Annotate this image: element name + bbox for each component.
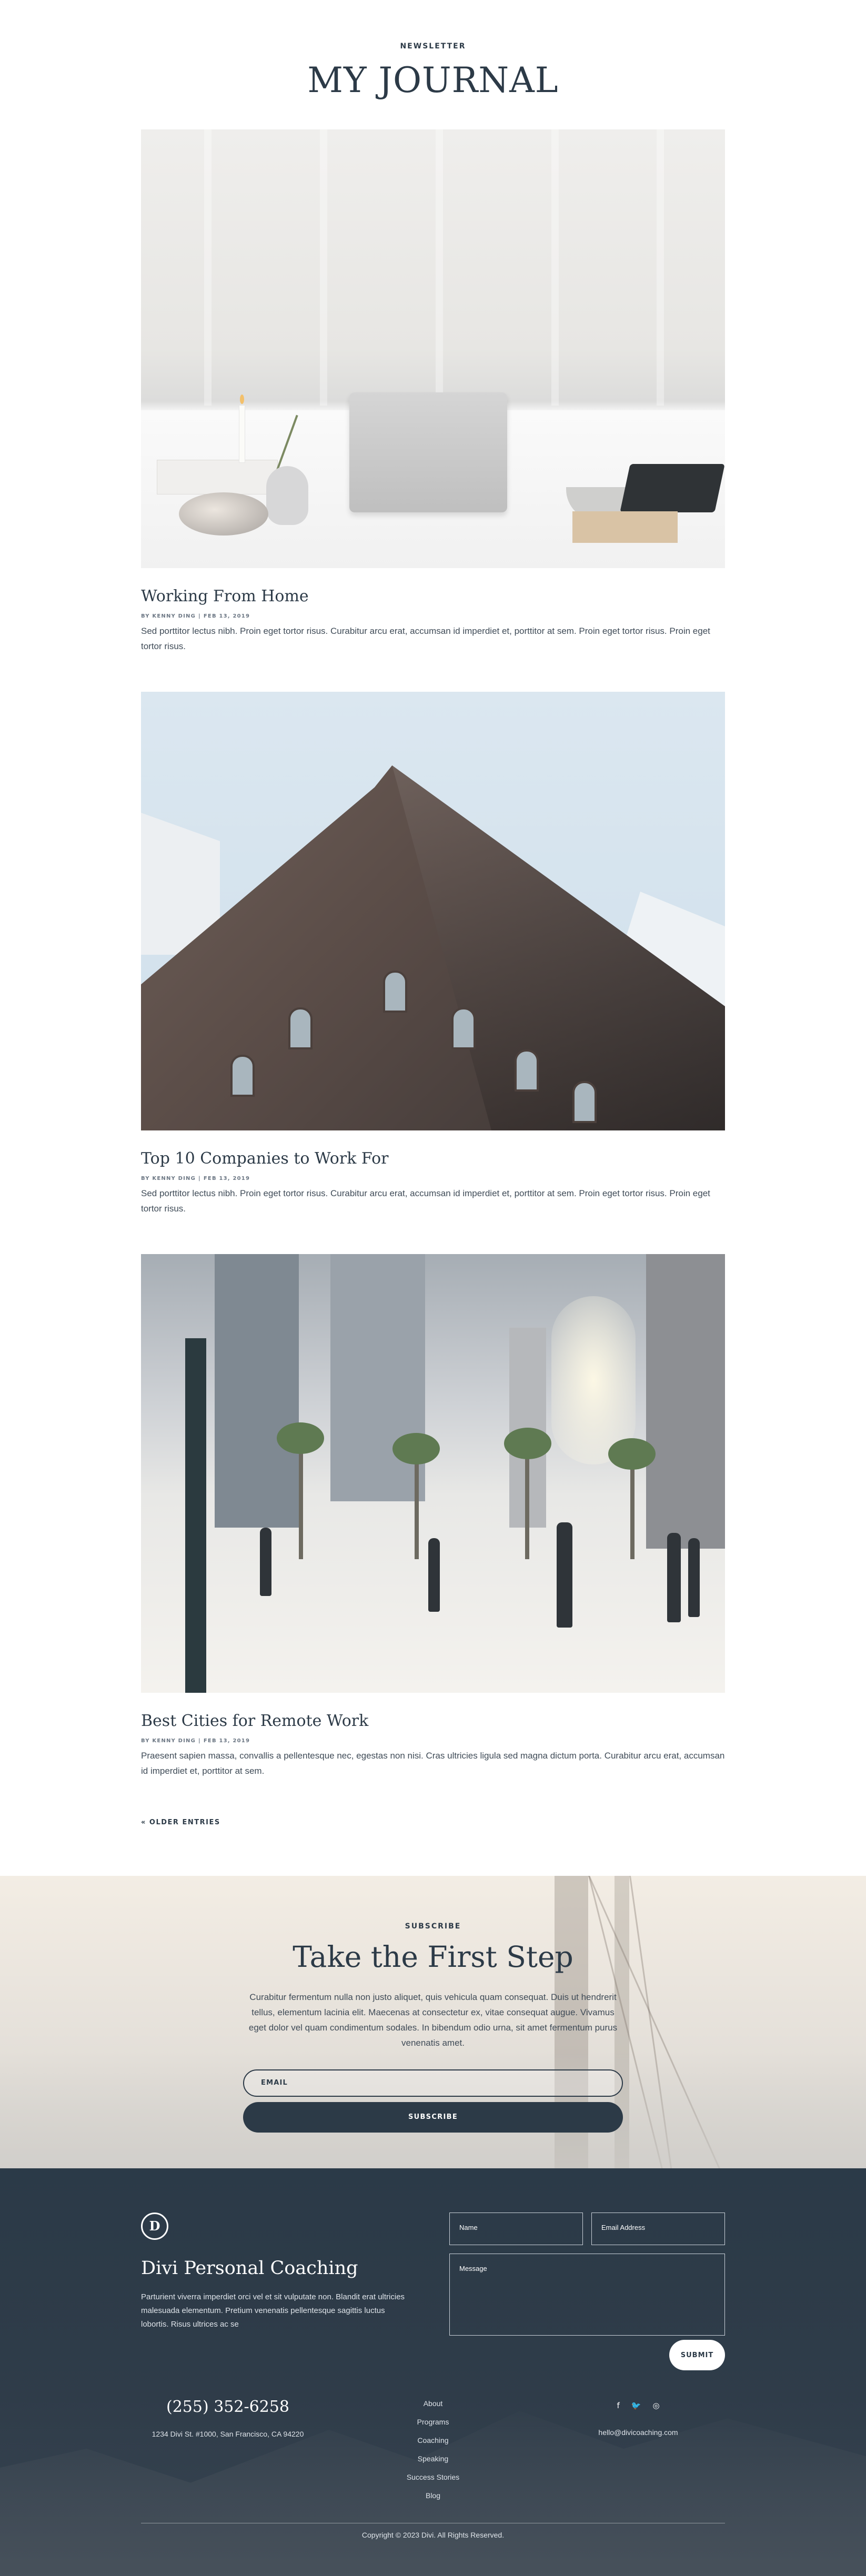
subscribe-title: Take the First Step <box>293 1940 573 1974</box>
subscribe-form: EMAIL SUBSCRIBE <box>243 2069 623 2133</box>
meta-separator: | <box>198 613 201 619</box>
brand-text: Parturient viverra imperdiet orci vel et… <box>141 2292 405 2329</box>
post-image-top-10-companies[interactable] <box>141 692 725 1130</box>
post-meta: BY KENNY DING | FEB 13, 2019 <box>141 1738 725 1744</box>
post-excerpt: Praesent sapien massa, convallis a pelle… <box>141 1751 725 1776</box>
submit-button[interactable]: SUBMIT <box>669 2340 725 2370</box>
email-address-field[interactable]: Email Address <box>591 2213 725 2245</box>
post-date: FEB 13, 2019 <box>203 1738 250 1744</box>
post-author[interactable]: BY KENNY DING <box>141 613 196 619</box>
instagram-icon[interactable]: ◎ <box>652 2401 659 2410</box>
address: 1234 Divi St. #1000, San Francisco, CA 9… <box>152 2430 304 2438</box>
contact-form: Name Email Address Message SUBMIT <box>449 2213 725 2370</box>
post-card: Working From Home BY KENNY DING | FEB 13, … <box>141 129 725 654</box>
post-image-best-cities[interactable] <box>141 1254 725 1693</box>
copyright: Copyright © 2023 Divi. All Rights Reserv… <box>361 2531 505 2539</box>
post-date: FEB 13, 2019 <box>203 1176 250 1181</box>
social-links: f 🐦 ◎ <box>551 2401 725 2410</box>
older-entries-link[interactable]: « OLDER ENTRIES <box>141 1819 220 1876</box>
journal-header: NEWSLETTER MY JOURNAL <box>0 0 866 129</box>
post-excerpt: Sed porttitor lectus nibh. Proin eget to… <box>141 1188 710 1214</box>
footer-nav-coaching[interactable]: Coaching <box>354 2431 512 2450</box>
divi-logo[interactable]: D <box>141 2213 168 2240</box>
facebook-icon[interactable]: f <box>617 2401 619 2410</box>
footer-nav-programs[interactable]: Programs <box>354 2413 512 2431</box>
brand-name: Divi Personal Coaching <box>141 2258 358 2279</box>
post-image-working-from-home[interactable] <box>141 129 725 568</box>
email-field[interactable]: EMAIL <box>243 2069 623 2097</box>
footer-nav-about[interactable]: About <box>354 2395 512 2413</box>
meta-separator: | <box>198 1738 201 1744</box>
post-title[interactable]: Best Cities for Remote Work <box>141 1712 725 1731</box>
post-card: Top 10 Companies to Work For BY KENNY DI… <box>141 692 725 1216</box>
footer-nav-blog[interactable]: Blog <box>354 2487 512 2505</box>
post-title[interactable]: Working From Home <box>141 587 725 606</box>
post-meta: BY KENNY DING | FEB 13, 2019 <box>141 1176 725 1181</box>
post-author[interactable]: BY KENNY DING <box>141 1176 196 1181</box>
post-excerpt: Sed porttitor lectus nibh. Proin eget to… <box>141 626 710 651</box>
header-eyebrow: NEWSLETTER <box>400 42 466 50</box>
name-field[interactable]: Name <box>449 2213 583 2245</box>
phone-number[interactable]: (255) 352-6258 <box>141 2398 315 2416</box>
twitter-icon[interactable]: 🐦 <box>631 2401 641 2410</box>
subscribe-section: SUBSCRIBE Take the First Step Curabitur … <box>0 1876 866 2168</box>
subscribe-text: Curabitur fermentum nulla non justo aliq… <box>248 1992 618 2048</box>
footer-nav: About Programs Coaching Speaking Success… <box>354 2395 512 2505</box>
post-date: FEB 13, 2019 <box>203 613 250 619</box>
subscribe-button[interactable]: SUBSCRIBE <box>243 2102 623 2133</box>
post-list: Working From Home BY KENNY DING | FEB 13, … <box>141 129 725 1876</box>
site-footer: D Divi Personal Coaching Parturient vive… <box>0 2168 866 2576</box>
post-title[interactable]: Top 10 Companies to Work For <box>141 1149 725 1168</box>
post-meta: BY KENNY DING | FEB 13, 2019 <box>141 613 725 619</box>
post-card: Best Cities for Remote Work BY KENNY DIN… <box>141 1254 725 1779</box>
footer-nav-success-stories[interactable]: Success Stories <box>354 2468 512 2487</box>
post-author[interactable]: BY KENNY DING <box>141 1738 196 1744</box>
footer-nav-speaking[interactable]: Speaking <box>354 2450 512 2468</box>
message-field[interactable]: Message <box>449 2254 725 2336</box>
contact-email[interactable]: hello@divicoaching.com <box>551 2428 725 2437</box>
subscribe-eyebrow: SUBSCRIBE <box>405 1922 461 1931</box>
page-title: MY JOURNAL <box>307 60 559 100</box>
meta-separator: | <box>198 1176 201 1181</box>
page: NEWSLETTER MY JOURNAL Working From Home … <box>0 0 866 2576</box>
